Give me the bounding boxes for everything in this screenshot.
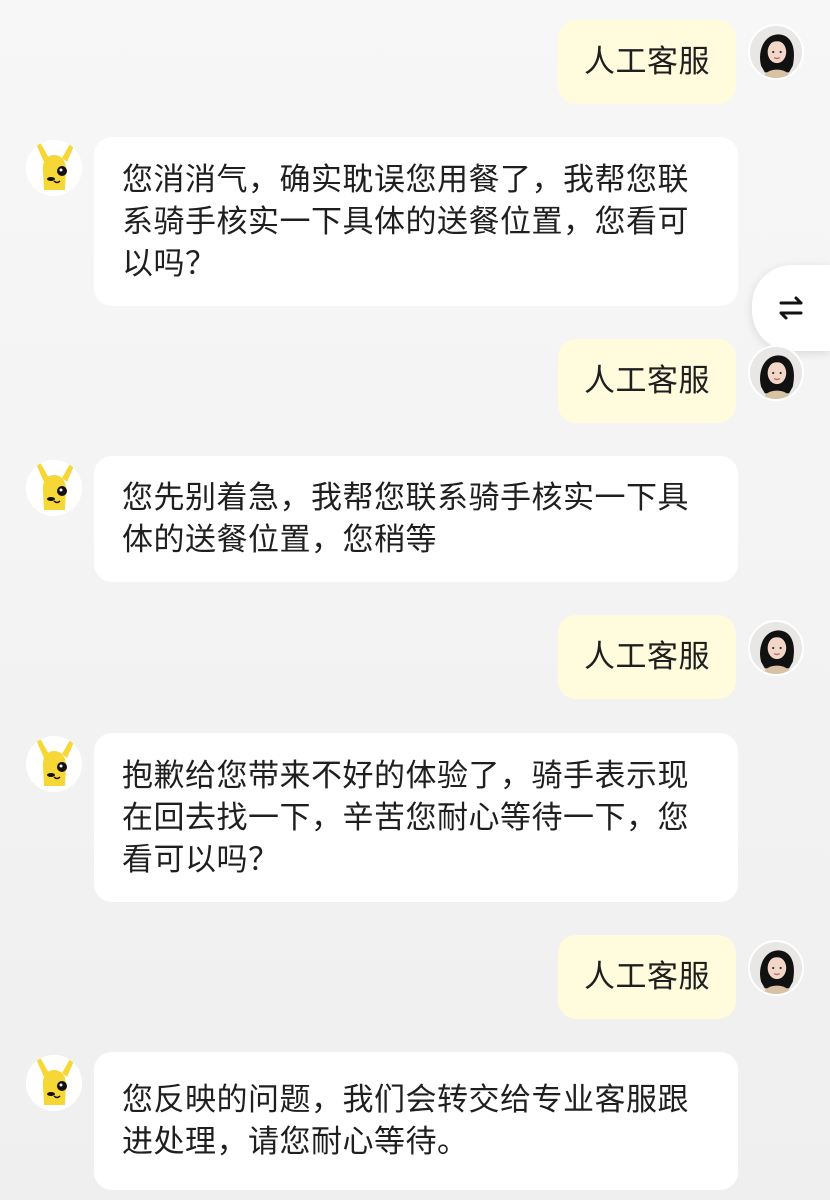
bot-message-text: 抱歉给您带来不好的体验了，骑手表示现在回去找一下，辛苦您耐心等待一下，您看可以吗… (122, 757, 689, 878)
user-avatar-icon (750, 26, 802, 78)
user-message-bubble: 人工客服 (558, 339, 736, 423)
bot-message-bubble: 抱歉给您带来不好的体验了，骑手表示现在回去找一下，辛苦您耐心等待一下，您看可以吗… (94, 733, 738, 902)
user-avatar-icon (750, 622, 802, 674)
yellow-dog-icon (26, 460, 82, 516)
bot-message-bubble: 您反映的问题，我们会转交给专业客服跟进处理，请您耐心等待。 (94, 1052, 738, 1190)
bot-message-text: 您反映的问题，我们会转交给专业客服跟进处理，请您耐心等待。 (122, 1082, 689, 1160)
user-avatar-icon (750, 347, 802, 399)
user-message-bubble: 人工客服 (558, 615, 736, 699)
user-avatar[interactable] (748, 345, 804, 401)
user-message-bubble: 人工客服 (558, 935, 736, 1019)
user-avatar[interactable] (748, 940, 804, 996)
bot-avatar[interactable] (26, 736, 82, 792)
yellow-dog-icon (26, 140, 82, 196)
bot-message-text: 您先别着急，我帮您联系骑手核实一下具体的送餐位置，您稍等 (122, 480, 689, 558)
bot-avatar[interactable] (26, 140, 82, 196)
bot-message-bubble: 您消消气，确实耽误您用餐了，我帮您联系骑手核实一下具体的送餐位置，您看可以吗？ (94, 137, 738, 306)
user-avatar-icon (750, 942, 802, 994)
swap-icon (779, 296, 803, 320)
bot-message-text: 您消消气，确实耽误您用餐了，我帮您联系骑手核实一下具体的送餐位置，您看可以吗？ (122, 161, 689, 282)
bot-avatar[interactable] (26, 1055, 82, 1111)
yellow-dog-icon (26, 1055, 82, 1111)
user-avatar[interactable] (748, 24, 804, 80)
yellow-dog-icon (26, 736, 82, 792)
user-avatar[interactable] (748, 620, 804, 676)
user-message-bubble: 人工客服 (558, 20, 736, 104)
side-action-button[interactable] (752, 265, 830, 351)
bot-avatar[interactable] (26, 460, 82, 516)
bot-message-bubble: 您先别着急，我帮您联系骑手核实一下具体的送餐位置，您稍等 (94, 456, 738, 582)
